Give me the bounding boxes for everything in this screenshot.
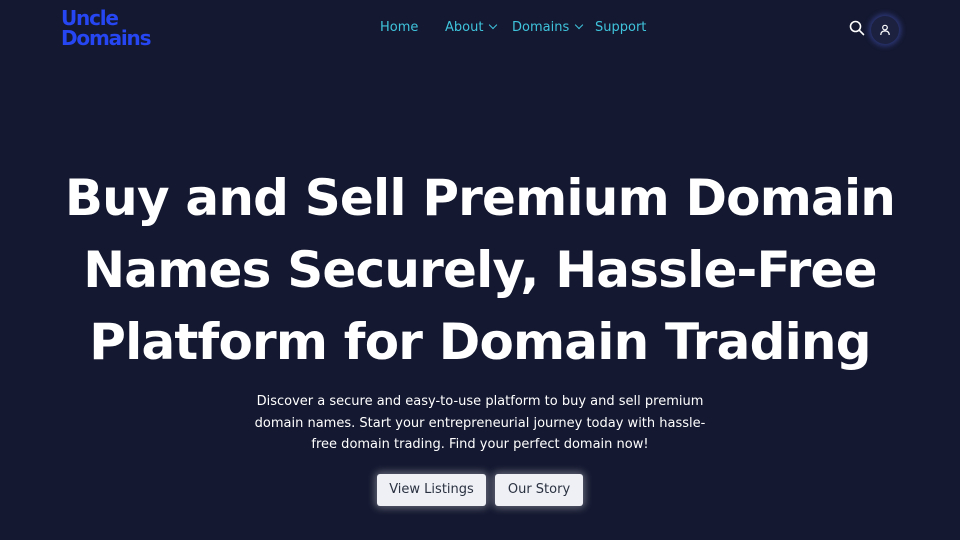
- hero-heading: Buy and Sell Premium Domain Names Secure…: [64, 169, 896, 371]
- search-icon[interactable]: [849, 20, 865, 36]
- nav-domains-dropdown[interactable]: Domains: [512, 19, 584, 37]
- view-listings-button[interactable]: View Listings: [377, 474, 486, 506]
- nav-home-label: Home: [380, 20, 419, 35]
- chevron-down-icon: [574, 20, 584, 30]
- nav-home-link[interactable]: Home: [380, 19, 418, 37]
- logo-line-1: Uncle: [61, 6, 119, 30]
- chevron-down-icon: [489, 20, 498, 30]
- top-navigation: Uncle Domains Home About Domains Support: [0, 0, 960, 56]
- nav-about-dropdown[interactable]: About: [445, 19, 498, 37]
- logo-line-2: Domains: [61, 26, 151, 50]
- our-story-button[interactable]: Our Story: [495, 474, 583, 506]
- uncle-domains-logo[interactable]: Uncle Domains: [61, 8, 171, 48]
- nav-domains-label: Domains: [512, 20, 570, 35]
- nav-support-label: Support: [595, 20, 647, 35]
- nav-support-link[interactable]: Support: [595, 19, 646, 37]
- user-account-button[interactable]: [871, 16, 899, 44]
- nav-about-label: About: [445, 20, 484, 35]
- user-icon: [880, 24, 890, 36]
- hero-description: Discover a secure and easy-to-use platfo…: [254, 394, 706, 452]
